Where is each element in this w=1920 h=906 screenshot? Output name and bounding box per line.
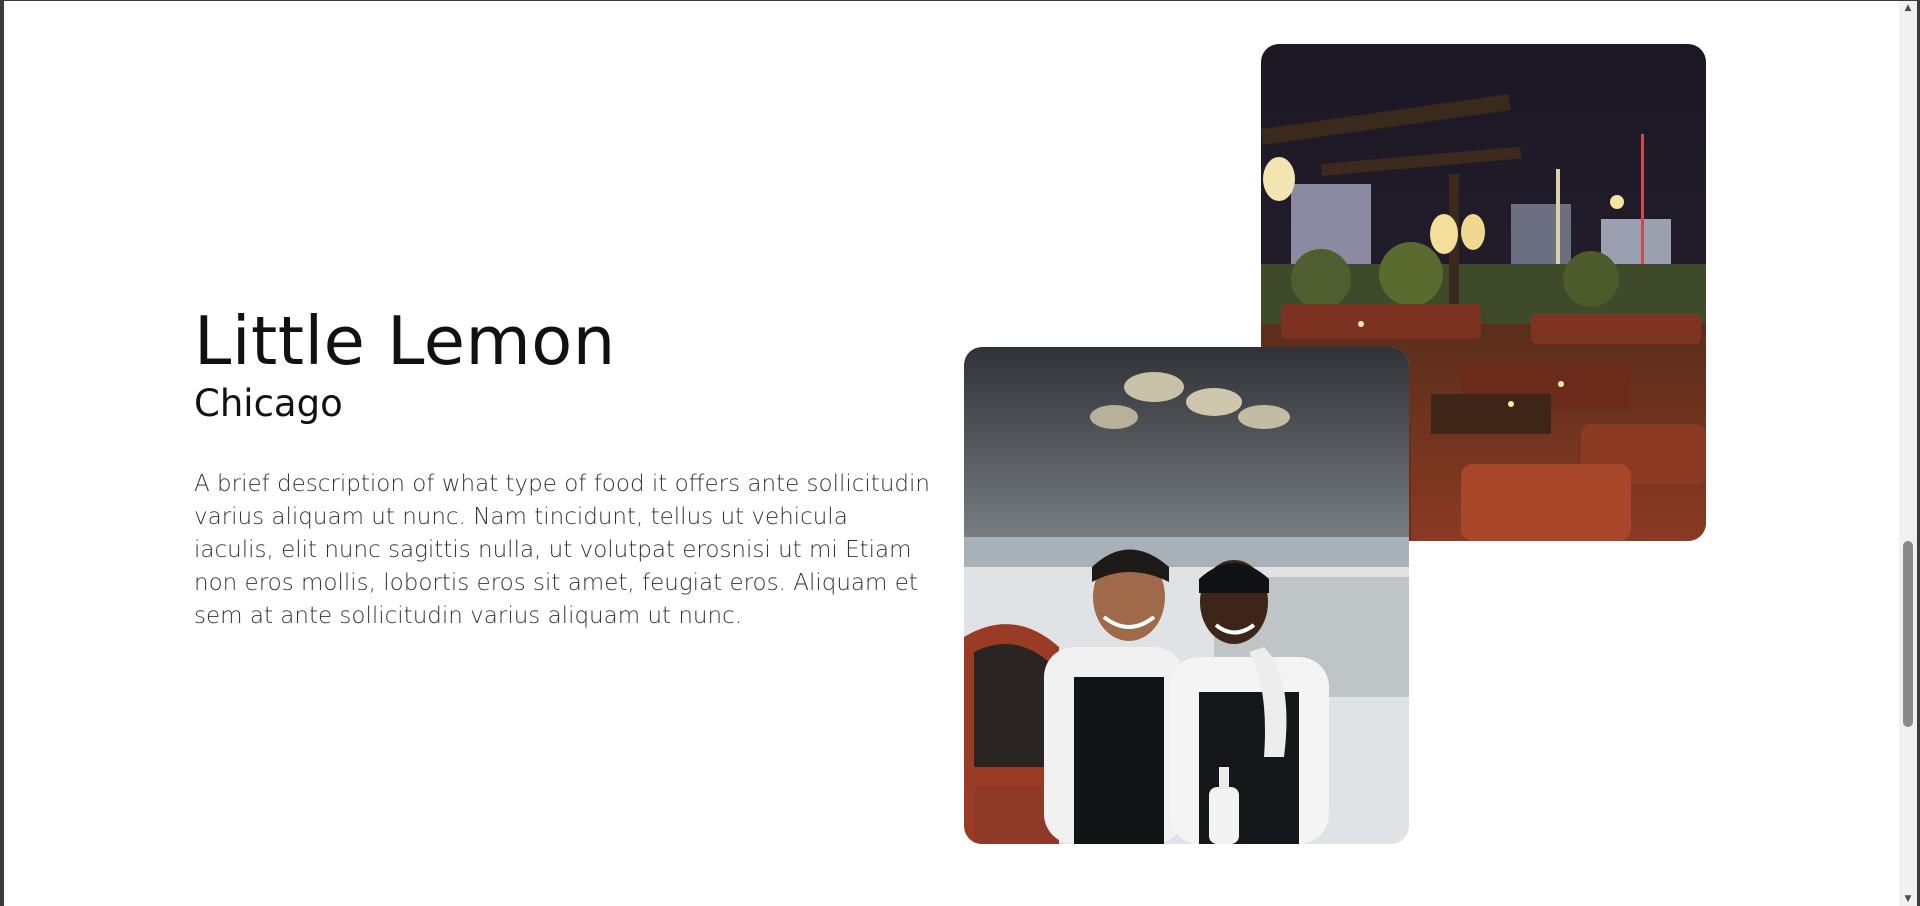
restaurant-title: Little Lemon bbox=[194, 302, 616, 380]
chefs-photo bbox=[964, 347, 1409, 844]
page-viewport: Little Lemon Chicago A brief description… bbox=[4, 1, 1899, 906]
restaurant-description: A brief description of what type of food… bbox=[194, 471, 930, 629]
scroll-down-arrow-icon[interactable]: ▼ bbox=[1899, 892, 1917, 906]
vertical-scrollbar[interactable]: ▲ ▼ bbox=[1899, 1, 1917, 906]
about-text: Little Lemon Chicago A brief description… bbox=[194, 301, 934, 633]
restaurant-location: Chicago bbox=[194, 382, 343, 425]
scrollbar-thumb[interactable] bbox=[1903, 541, 1913, 727]
about-section: Little Lemon Chicago A brief description… bbox=[4, 1, 1899, 906]
scroll-up-arrow-icon[interactable]: ▲ bbox=[1899, 1, 1917, 15]
